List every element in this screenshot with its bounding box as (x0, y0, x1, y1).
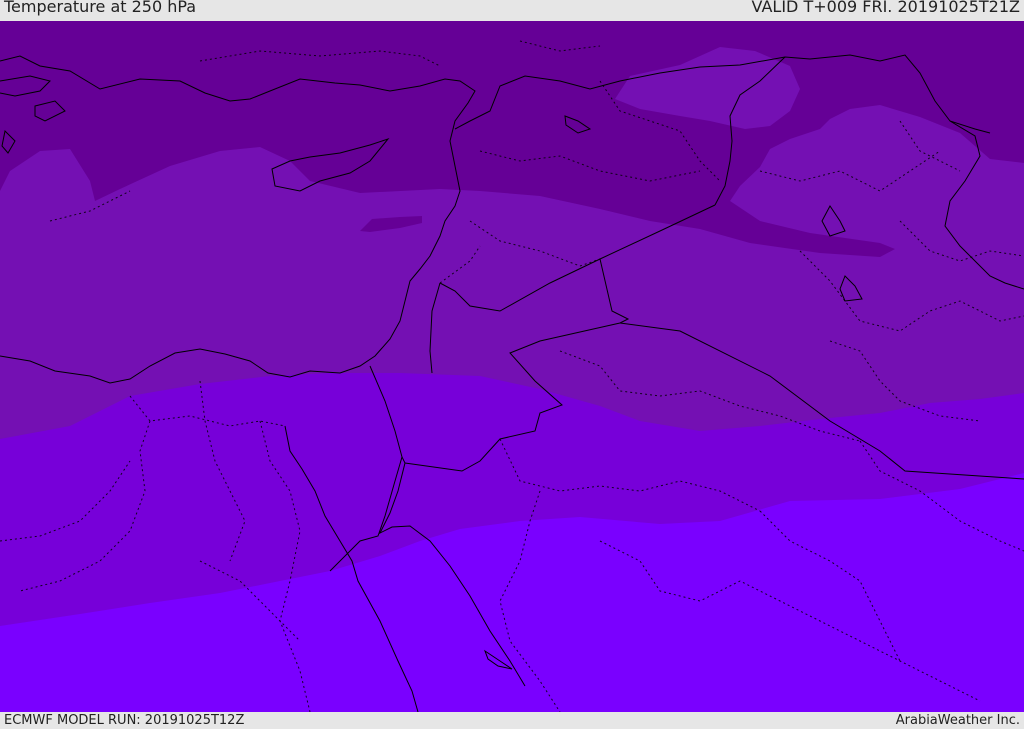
weather-map[interactable] (0, 21, 1024, 712)
model-run: ECMWF MODEL RUN: 20191025T12Z (4, 713, 245, 728)
map-title: Temperature at 250 hPa (4, 0, 197, 16)
footer-bar: ECMWF MODEL RUN: 20191025T12Z ArabiaWeat… (0, 712, 1024, 729)
header-bar: Temperature at 250 hPa VALID T+009 FRI. … (0, 0, 1024, 21)
valid-time: VALID T+009 FRI. 20191025T21Z (751, 0, 1020, 16)
credit: ArabiaWeather Inc. (895, 713, 1020, 728)
temperature-map-svg (0, 21, 1024, 712)
